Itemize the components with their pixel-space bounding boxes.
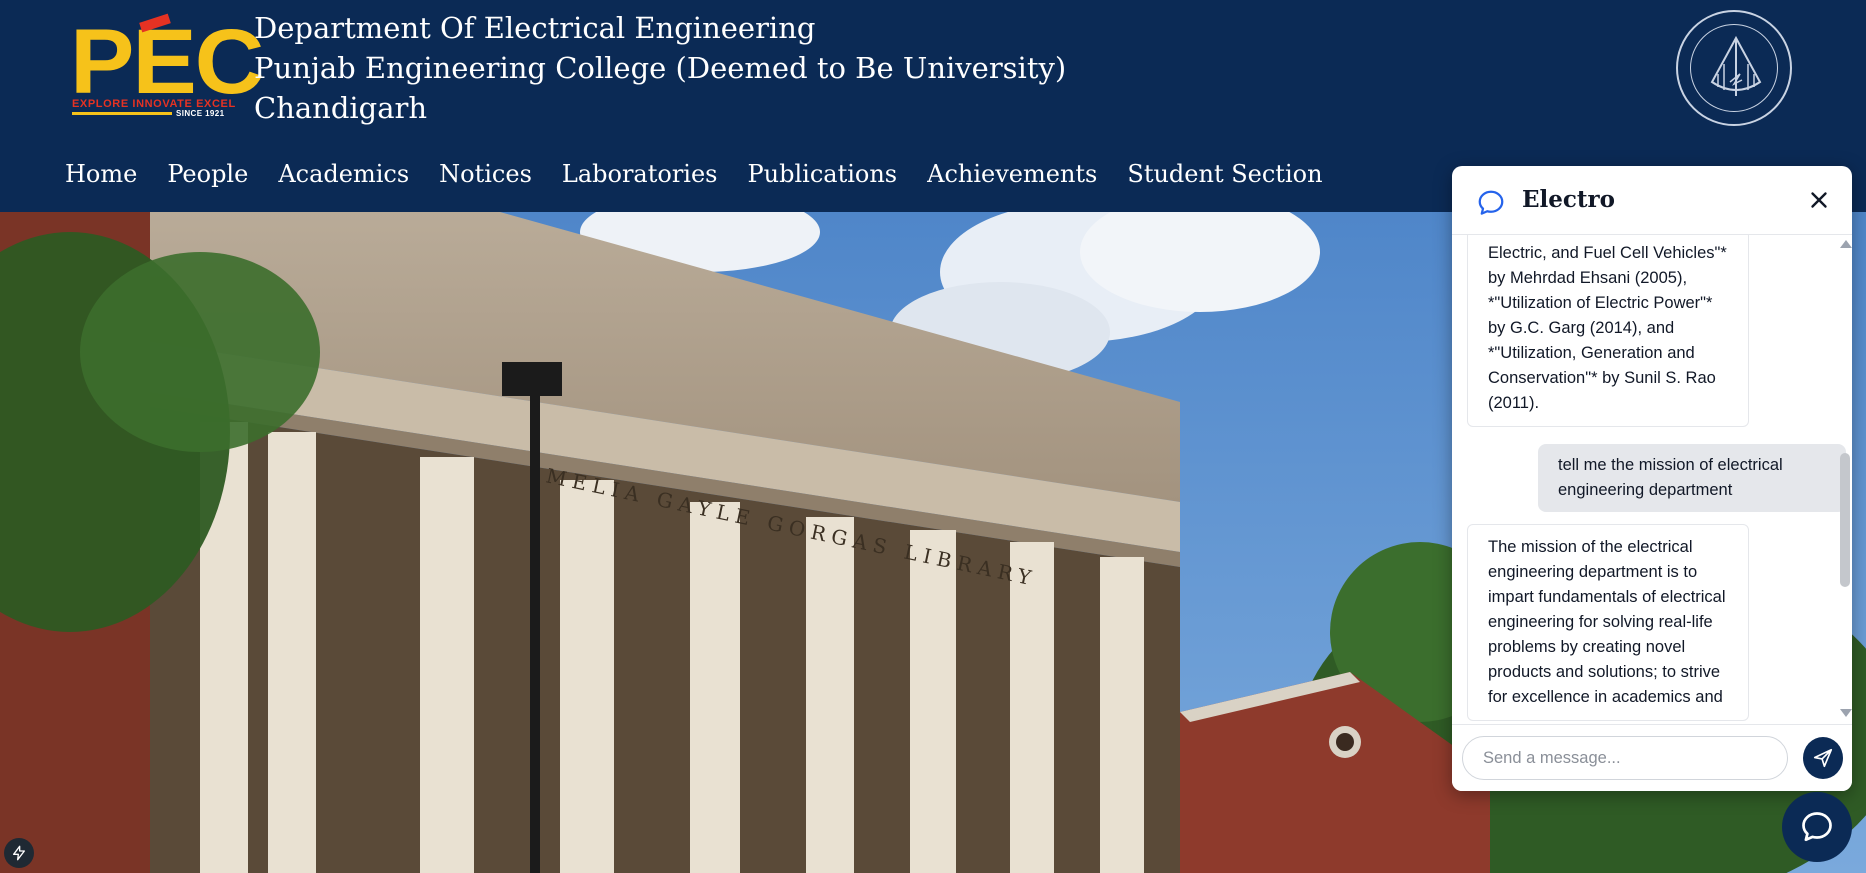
close-icon[interactable] [1806,187,1832,213]
main-nav: Home People Academics Notices Laboratori… [65,160,1353,188]
chat-bubble-icon [1802,812,1832,842]
chat-title: Electro [1522,186,1615,213]
bolt-badge-button[interactable] [4,838,34,868]
college-title: Punjab Engineering College (Deemed to Be… [254,51,1067,85]
chat-scrollbar-thumb[interactable] [1840,453,1850,587]
user-message: tell me the mission of electrical engine… [1538,444,1846,512]
pec-logo[interactable]: PEC EXPLORE INNOVATE EXCEL SINCE 1921 [70,13,264,120]
nav-people[interactable]: People [167,160,248,188]
chat-bubble-icon [1478,190,1504,215]
nav-achievements[interactable]: Achievements [927,160,1097,188]
message-input[interactable] [1462,736,1788,780]
nav-student-section[interactable]: Student Section [1127,160,1322,188]
scroll-down-arrow-icon[interactable] [1840,709,1852,717]
send-button[interactable] [1803,737,1843,779]
department-title-block: Department Of Electrical Engineering Pun… [254,8,1066,128]
seal-emblem-icon [1710,35,1762,96]
logo-underline [72,112,172,115]
nav-publications[interactable]: Publications [748,160,898,188]
chat-input-row [1452,724,1852,791]
nav-notices[interactable]: Notices [439,160,532,188]
bot-message: The mission of the electrical engineerin… [1467,524,1749,721]
send-icon [1813,748,1833,768]
nav-laboratories[interactable]: Laboratories [562,160,718,188]
chat-widget: Electro Electric, and Fuel Cell Vehicles… [1452,166,1852,791]
nav-home[interactable]: Home [65,160,137,188]
department-title: Department Of Electrical Engineering [254,11,816,45]
logo-wordmark: PEC [70,11,264,113]
college-seal-icon [1676,10,1792,126]
nav-academics[interactable]: Academics [278,160,409,188]
city-title: Chandigarh [254,91,428,125]
logo-since: SINCE 1921 [176,109,225,118]
chat-messages[interactable]: Electric, and Fuel Cell Vehicles"* by Me… [1452,235,1852,724]
chat-header: Electro [1452,166,1852,235]
scroll-up-arrow-icon[interactable] [1840,240,1852,248]
lightning-icon [13,845,25,861]
chat-toggle-button[interactable] [1782,792,1852,862]
bot-message: Electric, and Fuel Cell Vehicles"* by Me… [1467,235,1749,427]
